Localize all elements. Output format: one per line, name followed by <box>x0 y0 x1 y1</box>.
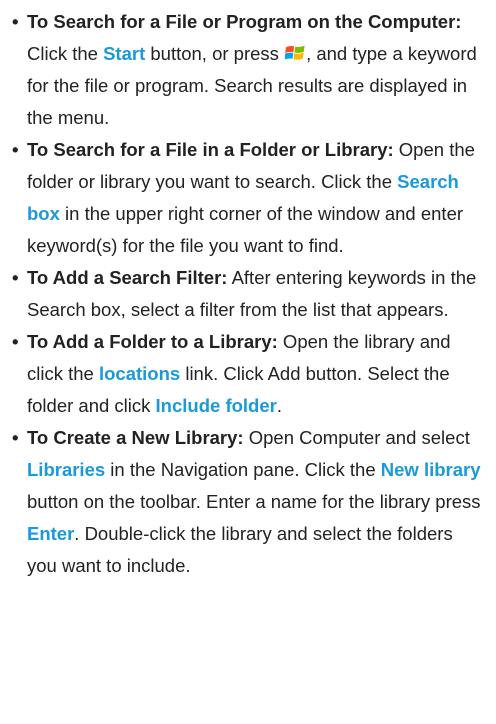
tip-text: in the upper right corner of the window … <box>27 203 464 256</box>
tip-text: button, or press <box>145 43 285 64</box>
tip-text: Open Computer and select <box>243 427 470 448</box>
tip-item: • To Add a Search Filter: After entering … <box>12 262 484 326</box>
tip-heading: To Search for a File in a Folder or Libr… <box>27 139 394 160</box>
tips-list: • To Search for a File or Program on the … <box>12 6 484 582</box>
tip-item: • To Search for a File or Program on the … <box>12 6 484 134</box>
tip-heading: To Add a Search Filter: <box>27 267 228 288</box>
ui-term-locations: locations <box>98 363 181 384</box>
tip-text: . Double-click the library and select th… <box>27 523 453 576</box>
tips-page: • To Search for a File or Program on the … <box>0 0 496 724</box>
ui-term-start: Start <box>103 43 146 64</box>
ui-term-include-folder: Include folder <box>155 395 277 416</box>
ui-term-new-library: New library <box>380 459 481 480</box>
tip-heading: To Add a Folder to a Library: <box>27 331 278 352</box>
tip-item: • To Create a New Library: Open Computer … <box>12 422 484 582</box>
windows-logo-icon <box>285 45 305 60</box>
ui-term-enter: Enter <box>27 523 75 544</box>
bullet-icon: • <box>12 331 19 352</box>
tip-heading: To Search for a File or Program on the C… <box>27 11 462 32</box>
ui-term-libraries: Libraries <box>27 459 106 480</box>
bullet-icon: • <box>12 139 19 160</box>
tip-text: Click the <box>27 43 104 64</box>
tip-text: in the Navigation pane. Click the <box>105 459 381 480</box>
tip-text: button on the toolbar. Enter a name for … <box>27 491 481 512</box>
tip-item: • To Search for a File in a Folder or Lib… <box>12 134 484 262</box>
tip-heading: To Create a New Library: <box>27 427 244 448</box>
bullet-icon: • <box>12 267 19 288</box>
bullet-icon: • <box>12 427 19 448</box>
tip-text: . <box>276 395 282 416</box>
tip-item: • To Add a Folder to a Library: Open the … <box>12 326 484 422</box>
bullet-icon: • <box>12 11 19 32</box>
